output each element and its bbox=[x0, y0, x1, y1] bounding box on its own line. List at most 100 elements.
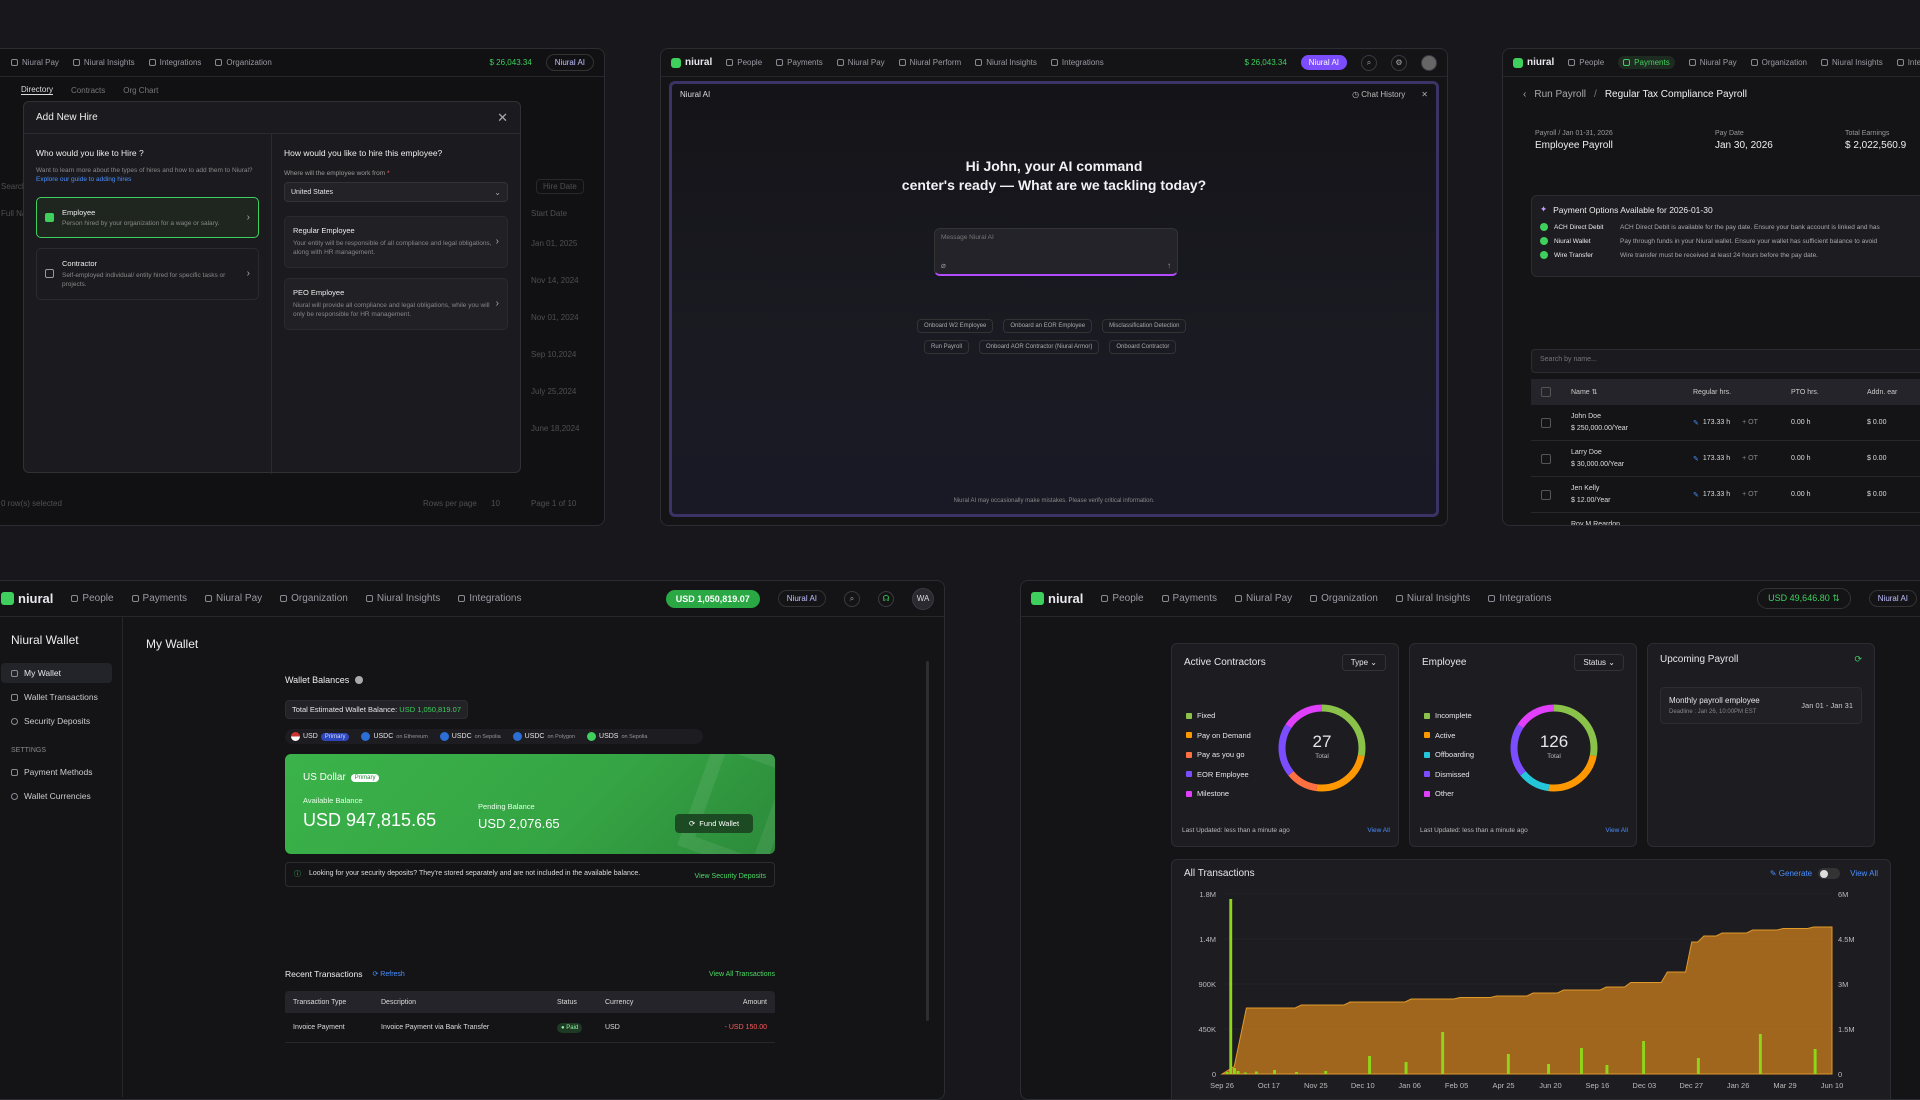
tab-directory[interactable]: Directory bbox=[21, 85, 54, 95]
nav-niural-pay[interactable]: Niural Pay bbox=[836, 58, 885, 67]
niural-ai-button[interactable]: Niural AI bbox=[545, 54, 594, 71]
suggestion-chip[interactable]: Onboard Contractor bbox=[1109, 340, 1177, 354]
balance-display[interactable]: $ 26,043.34 bbox=[1245, 58, 1287, 67]
nav-people[interactable]: People bbox=[726, 58, 762, 67]
payroll-item[interactable]: Monthly payroll employee Deadline : Jan … bbox=[1660, 687, 1862, 724]
view-all-link[interactable]: View All bbox=[1367, 827, 1390, 834]
search-icon[interactable]: ⌕ bbox=[1361, 54, 1377, 71]
row-checkbox[interactable] bbox=[1541, 526, 1551, 527]
employee-search-input[interactable]: Search by name... bbox=[1531, 349, 1920, 373]
row-checkbox[interactable] bbox=[1541, 453, 1551, 464]
nav-niural-pay[interactable]: Niural Pay bbox=[11, 58, 59, 67]
generate-toggle[interactable] bbox=[1818, 868, 1841, 879]
work-location-select[interactable]: United States ⌄ bbox=[284, 182, 508, 202]
tab-org-chart[interactable]: Org Chart bbox=[123, 86, 158, 95]
nav-niural-perform[interactable]: Niural Perform bbox=[898, 58, 961, 67]
hire-date-filter[interactable]: Hire Date bbox=[536, 179, 584, 194]
sidebar-item-wallet-currencies[interactable]: Wallet Currencies bbox=[1, 786, 112, 806]
type-filter-select[interactable]: Type ⌄ bbox=[1341, 654, 1386, 671]
suggestion-chip[interactable]: Onboard W2 Employee bbox=[917, 319, 994, 333]
settings-icon[interactable]: ⚙ bbox=[1391, 54, 1407, 71]
table-row[interactable]: Jen Kelly $ 12.00/Year ✎ 173.33 h + OT 0.00 h… bbox=[1531, 477, 1920, 513]
nav-niural-insights[interactable]: Niural Insights bbox=[72, 58, 135, 67]
niural-ai-button[interactable]: Niural AI bbox=[777, 590, 826, 607]
add-ot-button[interactable]: + OT bbox=[1742, 491, 1758, 498]
option-contractor[interactable]: Contractor Self-employed individual/ ent… bbox=[36, 247, 259, 301]
niural-logo[interactable]: niural bbox=[671, 57, 712, 68]
back-icon[interactable]: ‹ bbox=[1523, 89, 1526, 100]
nav-integrations[interactable]: Integrations bbox=[148, 58, 201, 67]
refresh-button[interactable]: ⟳ Refresh bbox=[372, 970, 404, 978]
select-all-checkbox[interactable] bbox=[1541, 387, 1551, 397]
nav-niural-insights[interactable]: Niural Insights bbox=[1395, 593, 1470, 604]
rows-per-page-select[interactable]: 10 bbox=[491, 499, 500, 508]
nav-integrations[interactable]: Integrations bbox=[1050, 58, 1104, 67]
scrollbar[interactable] bbox=[926, 661, 929, 1021]
table-row[interactable]: John Doe $ 250,000.00/Year ✎ 173.33 h + OT 0.… bbox=[1531, 405, 1920, 441]
wallet-balance-button[interactable]: USD 49,646.80 ⇅ bbox=[1757, 588, 1851, 609]
nav-niural-insights[interactable]: Niural Insights bbox=[975, 58, 1037, 67]
support-icon[interactable]: ☊ bbox=[878, 590, 894, 607]
payment-option[interactable]: Niural Wallet Pay through funds in your … bbox=[1540, 237, 1920, 245]
nav-people[interactable]: People bbox=[1101, 593, 1144, 604]
niural-ai-button[interactable]: Niural AI bbox=[1300, 55, 1347, 70]
add-ot-button[interactable]: + OT bbox=[1742, 455, 1758, 462]
nav-payments[interactable]: Payments bbox=[1618, 56, 1675, 69]
avatar[interactable]: WA bbox=[912, 587, 934, 610]
nav-niural-insights[interactable]: Niural Insights bbox=[1821, 58, 1883, 67]
nav-niural-pay[interactable]: Niural Pay bbox=[1235, 593, 1292, 604]
currency-tab-usd[interactable]: USD Primary bbox=[291, 732, 350, 741]
close-icon[interactable]: ✕ bbox=[1421, 90, 1428, 99]
suggestion-chip[interactable]: Onboard an EOR Employee bbox=[1003, 319, 1093, 333]
regular-hours[interactable]: 173.33 h bbox=[1703, 419, 1730, 426]
nav-integrations[interactable]: Integrations bbox=[1896, 58, 1920, 67]
regular-hours[interactable]: 173.33 h bbox=[1703, 455, 1730, 462]
nav-niural-insights[interactable]: Niural Insights bbox=[365, 593, 440, 604]
refresh-icon[interactable]: ⟳ bbox=[1854, 654, 1862, 665]
nav-payments[interactable]: Payments bbox=[776, 58, 823, 67]
edit-icon[interactable]: ✎ bbox=[1693, 455, 1699, 463]
row-checkbox[interactable] bbox=[1541, 489, 1551, 500]
info-icon[interactable] bbox=[355, 676, 364, 684]
payment-option[interactable]: ACH Direct Debit ACH Direct Debit is ava… bbox=[1540, 223, 1920, 231]
currency-tab-usdc-sepolia[interactable]: USDC on Sepolia bbox=[439, 732, 501, 741]
attach-icon[interactable]: ⌀ bbox=[941, 261, 946, 270]
table-row[interactable]: Larry Doe $ 30,000.00/Year ✎ 173.33 h + OT 0.… bbox=[1531, 441, 1920, 477]
nav-people[interactable]: People bbox=[1568, 58, 1604, 67]
row-checkbox[interactable] bbox=[1541, 417, 1551, 428]
option-regular-employee[interactable]: Regular Employee Your entity will be res… bbox=[284, 216, 508, 268]
message-input[interactable]: Message Niural AI ⌀ ↑ bbox=[934, 228, 1178, 276]
nav-organization[interactable]: Organization bbox=[215, 58, 272, 67]
fund-wallet-button[interactable]: ⟳ Fund Wallet bbox=[675, 814, 754, 833]
table-row[interactable]: Invoice Payment Invoice Payment via Bank… bbox=[285, 1013, 775, 1043]
nav-niural-pay[interactable]: Niural Pay bbox=[1688, 58, 1737, 67]
niural-logo[interactable]: niural bbox=[1, 591, 53, 606]
wallet-balance-button[interactable]: USD 1,050,819.07 bbox=[665, 589, 760, 608]
option-peo-employee[interactable]: PEO Employee Niural will provide all com… bbox=[284, 277, 508, 330]
nav-niural-pay[interactable]: Niural Pay bbox=[205, 593, 262, 604]
regular-hours[interactable]: 173.33 h bbox=[1703, 491, 1730, 498]
nav-payments[interactable]: Payments bbox=[131, 593, 187, 604]
send-icon[interactable]: ↑ bbox=[1167, 261, 1171, 270]
nav-organization[interactable]: Organization bbox=[280, 593, 348, 604]
niural-logo[interactable]: niural bbox=[1513, 57, 1554, 68]
close-icon[interactable]: ✕ bbox=[497, 110, 508, 126]
add-ot-button[interactable]: + OT bbox=[1742, 419, 1758, 426]
niural-logo[interactable]: niural bbox=[1031, 591, 1083, 606]
balance-display[interactable]: $ 26,043.34 bbox=[490, 58, 532, 67]
search-icon[interactable]: ⌕ bbox=[844, 590, 860, 607]
currency-tab-usdc-polygon[interactable]: USDC on Polygon bbox=[512, 732, 575, 741]
chat-history-button[interactable]: ◷ Chat History bbox=[1352, 90, 1405, 99]
view-all-link[interactable]: View All bbox=[1605, 827, 1628, 834]
nav-organization[interactable]: Organization bbox=[1310, 593, 1378, 604]
tab-contracts[interactable]: Contracts bbox=[71, 86, 105, 95]
edit-icon[interactable]: ✎ bbox=[1693, 419, 1699, 427]
avatar[interactable] bbox=[1421, 54, 1437, 71]
option-employee[interactable]: Employee Person hired by your organizati… bbox=[36, 196, 259, 238]
table-row[interactable]: Roy M Reardon$ 100,000.00/Year✎173.33 h+… bbox=[1531, 513, 1920, 527]
nav-people[interactable]: People bbox=[71, 593, 114, 604]
hire-guide-link[interactable]: Explore our guide to adding hires bbox=[36, 176, 131, 183]
sidebar-item-my-wallet[interactable]: My Wallet bbox=[1, 663, 112, 683]
view-all-link[interactable]: View All bbox=[1850, 869, 1878, 878]
nav-integrations[interactable]: Integrations bbox=[1488, 593, 1551, 604]
